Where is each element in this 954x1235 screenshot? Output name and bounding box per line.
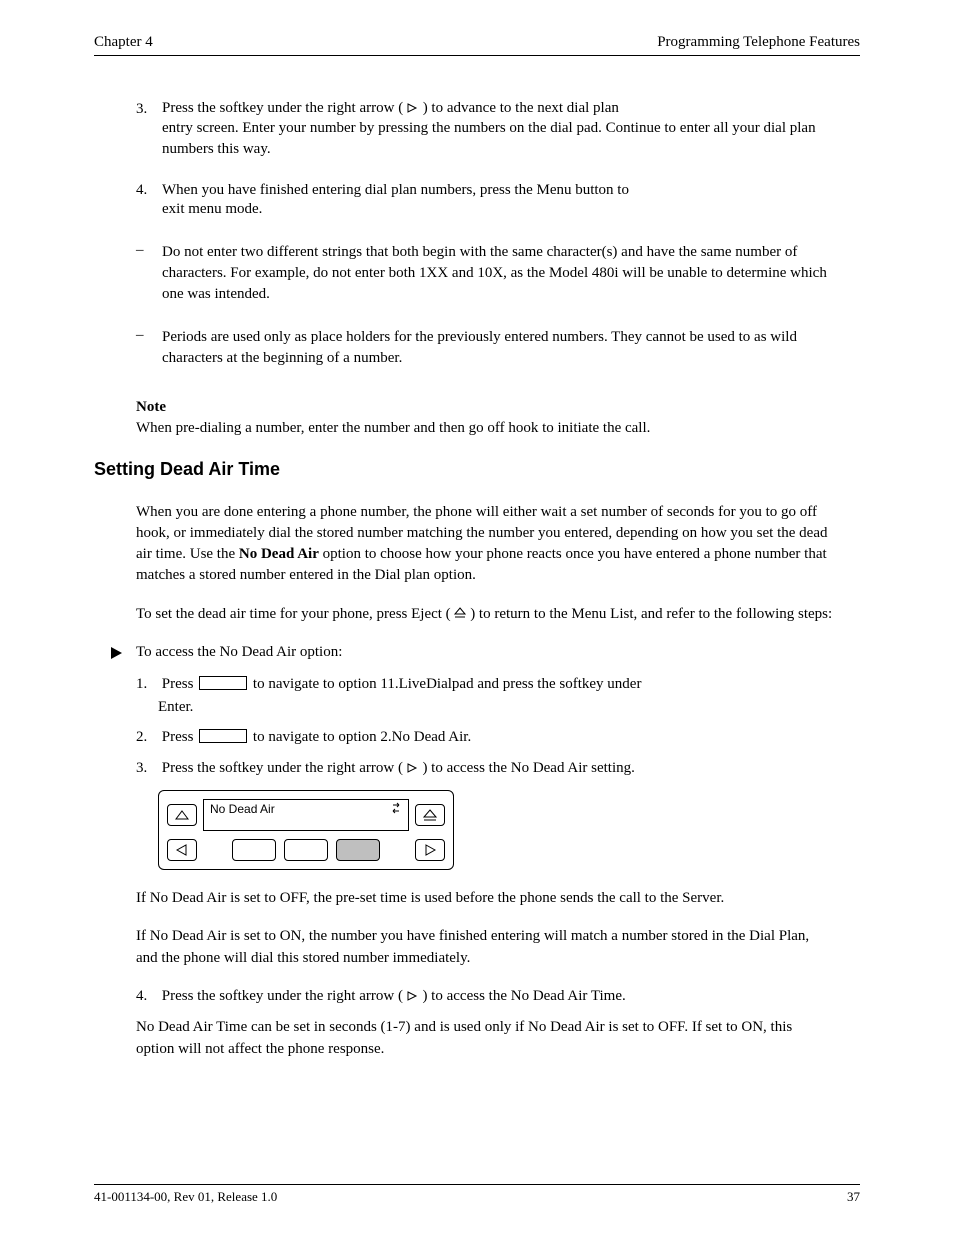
- footer-revision: 41-001134-00, Rev 01, Release 1.0: [94, 1189, 277, 1205]
- softkey-2[interactable]: [284, 839, 328, 861]
- softkey-3[interactable]: [336, 839, 380, 861]
- softkey-1[interactable]: [232, 839, 276, 861]
- device-panel: No Dead Air: [158, 790, 454, 870]
- eject-icon: [454, 605, 466, 626]
- para-on: If No Dead Air is set to ON, the number …: [136, 926, 834, 970]
- note-block: Note When pre-dialing a number, enter th…: [136, 399, 834, 439]
- step-3: 3. Press the softkey under the right arr…: [136, 757, 834, 781]
- step-1: 1. Press to navigate to option 11.LiveDi…: [136, 673, 834, 718]
- right-arrow-open-icon: [407, 758, 419, 781]
- section-intro-2: To set the dead air time for your phone,…: [136, 604, 834, 626]
- right-arrow-open-icon: [407, 101, 419, 118]
- para-time: No Dead Air Time can be set in seconds (…: [136, 1017, 834, 1061]
- item3-cont: entry screen. Enter your number by press…: [136, 118, 834, 160]
- swap-icon: [390, 802, 402, 817]
- step-2: 2. Press to navigate to option 2.No Dead…: [136, 726, 834, 749]
- triangle-left-icon: [176, 844, 188, 856]
- bullet-a-text: Do not enter two different strings that …: [162, 242, 834, 305]
- item4-text: When you have finished entering dial pla…: [162, 182, 629, 199]
- section-heading: Setting Dead Air Time: [94, 459, 834, 480]
- softkey-placeholder-icon: [199, 729, 247, 743]
- para-off: If No Dead Air is set to OFF, the pre-se…: [136, 888, 834, 910]
- no-dead-air-bold: No Dead Air: [239, 546, 319, 562]
- procedure-lead: To access the No Dead Air option:: [136, 644, 342, 661]
- step-4: 4. Press the softkey under the right arr…: [136, 985, 834, 1009]
- play-icon: [110, 644, 136, 665]
- eject-icon: [423, 809, 437, 821]
- up-button[interactable]: [167, 804, 197, 826]
- page-footer: 41-001134-00, Rev 01, Release 1.0 37: [94, 1184, 860, 1205]
- header-chapter: Chapter 4: [94, 34, 153, 51]
- bullet-a: – Do not enter two different strings tha…: [136, 242, 834, 305]
- note-label: Note: [136, 399, 834, 416]
- softkey-cluster: [203, 839, 409, 861]
- item4-cont: exit menu mode.: [136, 199, 834, 220]
- item-number: 4.: [136, 182, 162, 199]
- triangle-right-icon: [424, 844, 436, 856]
- left-button[interactable]: [167, 839, 197, 861]
- list-item-3: 3. Press the softkey under the right arr…: [136, 100, 834, 160]
- item-number: 3.: [136, 101, 162, 118]
- lcd-text: No Dead Air: [210, 802, 275, 816]
- bullet-b: – Periods are used only as place holders…: [136, 327, 834, 369]
- item3-text-a: Press the softkey under the right arrow …: [162, 100, 403, 116]
- triangle-up-icon: [175, 810, 189, 820]
- bullet-b-text: Periods are used only as place holders f…: [162, 327, 834, 369]
- section-intro: When you are done entering a phone numbe…: [136, 502, 834, 586]
- dash-icon: –: [136, 242, 162, 305]
- item3-text-b: ) to advance to the next dial plan: [423, 100, 619, 116]
- footer-page-number: 37: [847, 1189, 860, 1205]
- eject-button[interactable]: [415, 804, 445, 826]
- dash-icon: –: [136, 327, 162, 369]
- softkey-placeholder-icon: [199, 676, 247, 690]
- lcd-display: No Dead Air: [203, 799, 409, 831]
- note-text: When pre-dialing a number, enter the num…: [136, 418, 834, 439]
- right-button[interactable]: [415, 839, 445, 861]
- right-arrow-open-icon: [407, 986, 419, 1009]
- header-title: Programming Telephone Features: [657, 34, 860, 51]
- list-item-4: 4. When you have finished entering dial …: [136, 182, 834, 220]
